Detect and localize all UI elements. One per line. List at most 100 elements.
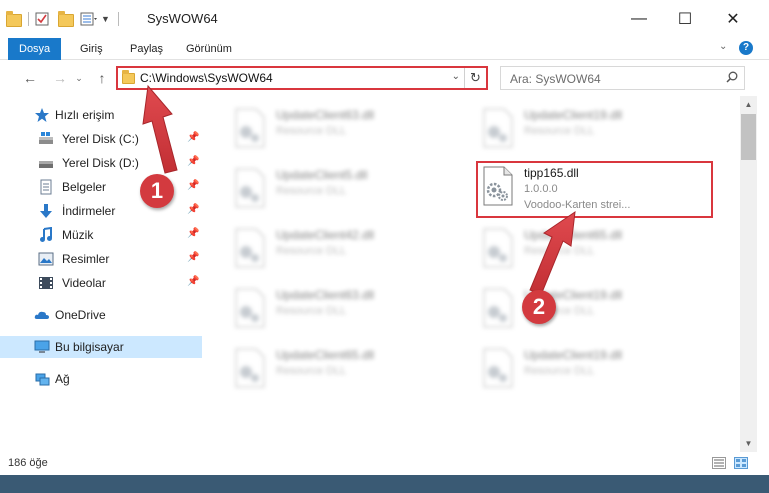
file-item[interactable]: UpdateClient65.dll Resource DLL: [228, 340, 458, 398]
file-item[interactable]: UpdateClient63.dll Resource DLL: [228, 280, 458, 338]
nav-item-music[interactable]: Müzik 📌: [0, 224, 202, 246]
nav-item-pictures[interactable]: Resimler 📌: [0, 248, 202, 270]
scrollbar-thumb[interactable]: [741, 114, 756, 160]
nav-item-this-pc[interactable]: Bu bilgisayar: [0, 336, 202, 358]
network-icon: [35, 373, 50, 386]
file-item[interactable]: UpdateClient65.dll Resource DLL: [476, 220, 706, 278]
file-item[interactable]: UpdateClient42.dll Resource DLL: [228, 220, 458, 278]
desktop-strip: [0, 475, 769, 493]
up-button[interactable]: ↑: [92, 68, 112, 88]
step-2-badge: 2: [522, 290, 556, 324]
nav-item-label: OneDrive: [55, 308, 106, 322]
pin-icon[interactable]: 📌: [187, 156, 199, 167]
nav-item-videos[interactable]: Videolar 📌: [0, 272, 202, 294]
step-1-number: 1: [150, 178, 164, 203]
dll-file-icon: [235, 108, 265, 148]
tab-view[interactable]: Görünüm: [186, 38, 232, 60]
expand-ribbon-icon[interactable]: ⌄: [719, 41, 727, 52]
scroll-down-icon[interactable]: ▼: [740, 435, 757, 452]
close-icon: ✕: [726, 11, 740, 28]
nav-item-disk-d[interactable]: Yerel Disk (D:) 📌: [0, 152, 202, 174]
folder-icon: [122, 70, 135, 84]
folder-icon: [6, 11, 22, 27]
file-type: Resource DLL: [276, 125, 347, 137]
quick-access[interactable]: Hızlı erişim: [0, 104, 202, 126]
file-item[interactable]: UpdateClient19.dll Resource DLL: [476, 340, 706, 398]
large-icons-view-icon[interactable]: [734, 457, 748, 469]
file-type: Resource DLL: [524, 245, 595, 257]
dll-file-icon: [483, 348, 513, 388]
nav-item-disk-c[interactable]: Yerel Disk (C:) 📌: [0, 128, 202, 150]
dll-file-icon: [235, 348, 265, 388]
help-icon[interactable]: ?: [739, 41, 753, 55]
pin-icon[interactable]: 📌: [187, 132, 199, 143]
properties-icon[interactable]: [35, 12, 49, 26]
nav-item-network[interactable]: Ağ: [0, 368, 202, 390]
quick-access-toolbar: ▼: [6, 10, 127, 28]
dll-file-icon: [483, 228, 513, 268]
minimize-icon: —: [631, 10, 647, 27]
search-box[interactable]: Ara: SysWOW64: [500, 66, 745, 90]
maximize-button[interactable]: ☐: [662, 4, 708, 34]
pin-icon[interactable]: 📌: [187, 276, 199, 287]
chevron-down-icon[interactable]: ⌄: [452, 71, 460, 82]
chevron-down-icon: ⌄: [75, 72, 83, 83]
status-bar: 186 öğe: [0, 452, 769, 475]
chevron-down-icon[interactable]: ▼: [101, 14, 110, 24]
dll-file-icon: [235, 168, 265, 208]
file-item[interactable]: UpdateClient63.dll Resource DLL: [228, 100, 458, 158]
file-type: Resource DLL: [276, 245, 347, 257]
navigation-pane: Hızlı erişim Yerel Disk (C:) 📌 Yerel Dis…: [0, 96, 205, 452]
nav-item-onedrive[interactable]: OneDrive: [0, 304, 202, 326]
pin-icon[interactable]: 📌: [187, 204, 199, 215]
address-bar[interactable]: C:\Windows\SysWOW64 ⌄ ↻: [116, 66, 488, 90]
scroll-up-icon[interactable]: ▲: [740, 96, 757, 113]
address-path[interactable]: C:\Windows\SysWOW64: [140, 71, 273, 85]
file-item[interactable]: UpdateClient19.dll Resource DLL: [476, 280, 706, 338]
forward-button[interactable]: →: [50, 68, 70, 88]
file-type: Resource DLL: [524, 125, 595, 137]
nav-item-label: Yerel Disk (C:): [62, 132, 139, 146]
dll-file-icon: [235, 288, 265, 328]
nav-item-label: Resimler: [62, 252, 110, 266]
file-item[interactable]: UpdateClient5.dll Resource DLL: [228, 160, 458, 218]
file-name: UpdateClient63.dll: [276, 108, 375, 122]
file-type: Resource DLL: [276, 365, 347, 377]
step-2-number: 2: [532, 294, 546, 319]
nav-item-label: Ağ: [55, 372, 70, 386]
dll-file-icon: [483, 288, 513, 328]
nav-item-downloads[interactable]: İndirmeler 📌: [0, 200, 202, 222]
pin-icon[interactable]: 📌: [187, 228, 199, 239]
close-button[interactable]: ✕: [710, 4, 756, 34]
drive-icon: [39, 132, 53, 144]
nav-item-label: Belgeler: [62, 180, 107, 194]
title-bar: ▼ SysWOW64 — ☐ ✕: [0, 0, 769, 38]
back-button[interactable]: ←: [20, 68, 40, 88]
file-name: UpdateClient5.dll: [276, 168, 368, 182]
file-name: UpdateClient19.dll: [524, 348, 623, 362]
dll-file-icon: [235, 228, 265, 268]
tab-home[interactable]: Giriş: [80, 38, 103, 60]
minimize-button[interactable]: —: [616, 4, 662, 34]
music-icon: [40, 227, 52, 242]
customize-toolbar-icon[interactable]: [80, 12, 98, 26]
file-highlight-box: [476, 161, 713, 218]
file-type: Resource DLL: [524, 365, 595, 377]
refresh-button[interactable]: ↻: [464, 68, 486, 88]
file-name: UpdateClient65.dll: [524, 228, 623, 242]
file-item[interactable]: UpdateClient19.dll Resource DLL: [476, 100, 706, 158]
arrow-right-icon: →: [53, 70, 67, 86]
navigation-row: ← → ⌄ ↑ C:\Windows\SysWOW64 ⌄ ↻ Ara: Sys…: [0, 60, 769, 96]
pin-icon[interactable]: 📌: [187, 252, 199, 263]
vertical-scrollbar[interactable]: ▲ ▼: [740, 96, 757, 452]
pin-icon[interactable]: 📌: [187, 180, 199, 191]
tab-share[interactable]: Paylaş: [130, 38, 163, 60]
arrow-left-icon: ←: [23, 70, 37, 86]
search-icon[interactable]: [726, 71, 738, 83]
new-folder-icon[interactable]: [58, 11, 74, 27]
tab-file[interactable]: Dosya: [8, 38, 62, 60]
recent-locations-button[interactable]: ⌄: [73, 68, 85, 88]
search-input[interactable]: Ara: SysWOW64: [510, 72, 601, 86]
file-name: UpdateClient63.dll: [276, 288, 375, 302]
details-view-icon[interactable]: [712, 457, 726, 469]
